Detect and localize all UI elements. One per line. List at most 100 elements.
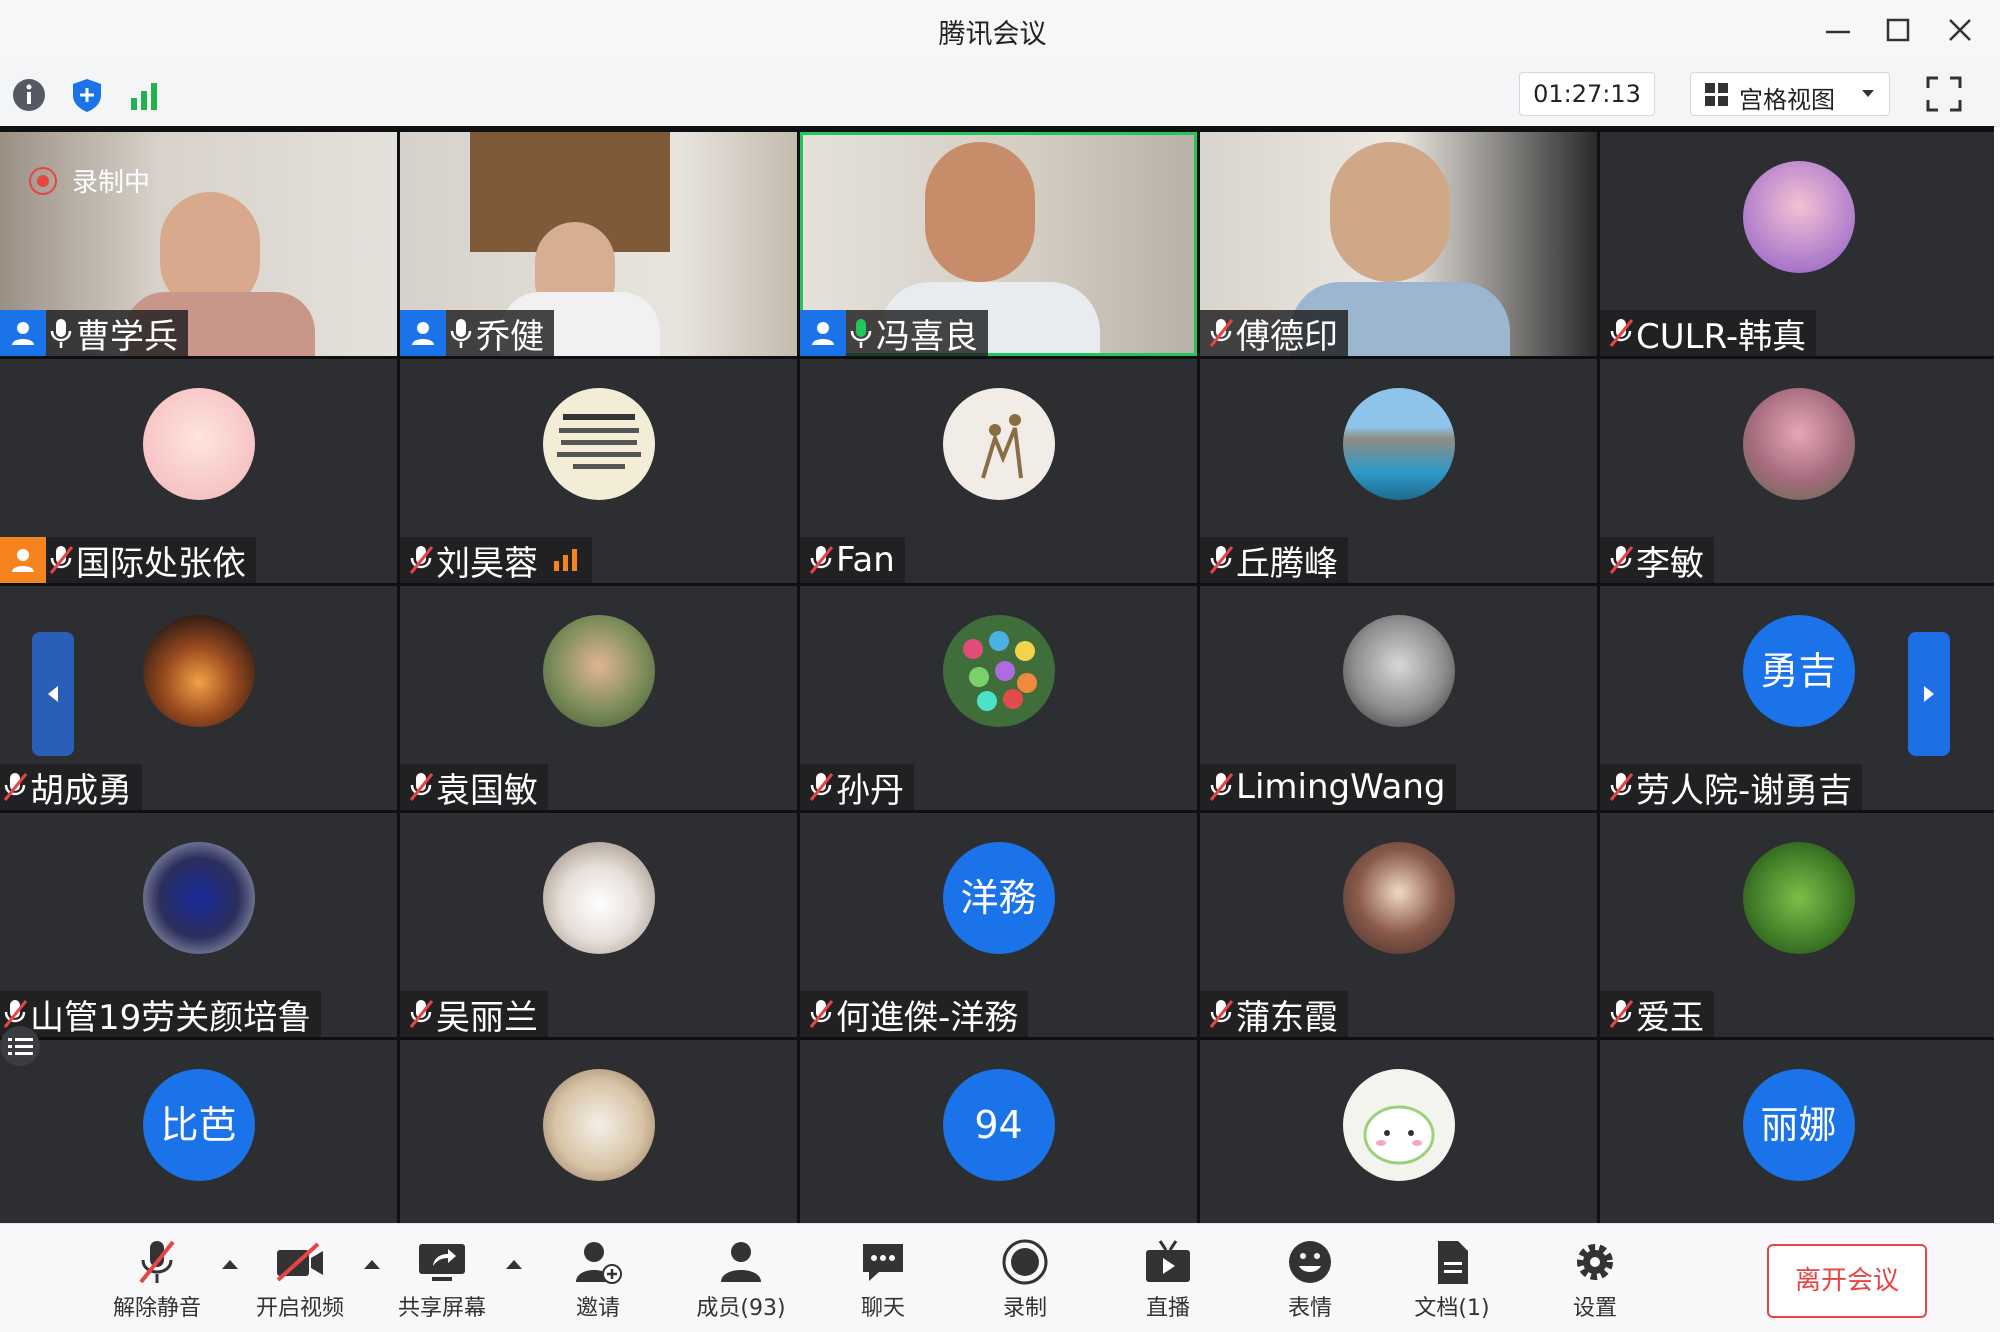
mic-muted-icon xyxy=(1606,313,1636,353)
live-button[interactable]: 直播 xyxy=(1113,1236,1223,1326)
view-mode-dropdown[interactable]: 宫格视图 xyxy=(1690,72,1890,116)
participant-tile[interactable]: 蒲东霞 xyxy=(1200,813,1597,1037)
host-badge-icon xyxy=(0,310,46,356)
mic-muted-icon xyxy=(1206,994,1236,1034)
emoji-button[interactable]: 表情 xyxy=(1255,1236,1365,1326)
participant-name: 劳人院-谢勇吉 xyxy=(1636,770,1853,811)
start-video-button[interactable]: 开启视频 xyxy=(245,1236,355,1326)
live-tv-icon xyxy=(1113,1236,1223,1288)
share-screen-label: 共享屏幕 xyxy=(397,1296,486,1321)
participant-tile[interactable]: 傅德印 xyxy=(1200,132,1597,356)
emoji-icon xyxy=(1255,1236,1365,1288)
participant-tile[interactable]: LimingWang xyxy=(1200,586,1597,810)
invite-button[interactable]: 邀请 xyxy=(543,1236,653,1326)
record-button[interactable]: 录制 xyxy=(970,1236,1080,1326)
chevron-right-icon xyxy=(1924,686,1934,702)
docs-button[interactable]: 文档(1) xyxy=(1397,1236,1507,1326)
minimize-icon[interactable] xyxy=(1820,14,1856,48)
record-icon xyxy=(970,1236,1080,1288)
participant-namebar: 李敏 xyxy=(1600,537,1714,583)
video-options-caret-icon[interactable] xyxy=(362,1256,382,1270)
participant-tile[interactable] xyxy=(1200,1040,1597,1223)
mic-on-icon xyxy=(46,313,76,353)
participant-tile[interactable]: 国际处张依 xyxy=(0,359,397,583)
participant-tile[interactable]: 录制中 曹学兵 xyxy=(0,132,397,356)
chat-button[interactable]: 聊天 xyxy=(828,1236,938,1326)
participant-tile[interactable]: 丘腾峰 xyxy=(1200,359,1597,583)
participant-tile[interactable] xyxy=(400,1040,797,1223)
leave-meeting-button[interactable]: 离开会议 xyxy=(1767,1244,1927,1318)
mic-muted-icon xyxy=(1206,313,1236,353)
close-icon[interactable] xyxy=(1942,14,1978,48)
participant-tile[interactable]: 乔健 xyxy=(400,132,797,356)
next-page-button[interactable] xyxy=(1908,632,1950,756)
mic-muted-icon xyxy=(1606,540,1636,580)
mic-muted-icon xyxy=(406,540,436,580)
participant-tile[interactable]: 孙丹 xyxy=(800,586,1197,810)
participant-namebar: 孙丹 xyxy=(800,764,914,810)
avatar xyxy=(542,388,655,500)
avatar xyxy=(1342,615,1455,727)
avatar xyxy=(542,1069,655,1181)
participant-tile[interactable]: 比芭 xyxy=(0,1040,397,1223)
title-bar: 腾讯会议 xyxy=(0,0,2000,62)
participant-tile[interactable]: CULR-韩真 xyxy=(1600,132,1994,356)
emoji-label: 表情 xyxy=(1287,1296,1332,1321)
weak-signal-icon xyxy=(554,549,577,571)
avatar xyxy=(1742,161,1855,273)
fullscreen-icon[interactable] xyxy=(1924,74,1964,114)
participant-tile[interactable]: 洋務 何進傑-洋務 xyxy=(800,813,1197,1037)
security-shield-icon[interactable] xyxy=(68,76,106,114)
participant-tile[interactable]: 冯喜良 xyxy=(800,132,1197,356)
audio-options-caret-icon[interactable] xyxy=(220,1256,240,1270)
avatar-figure-image xyxy=(980,414,1023,479)
participant-name: 乔健 xyxy=(476,316,544,357)
avatar xyxy=(542,615,655,727)
participant-namebar: 爱玉 xyxy=(1600,991,1714,1037)
mic-muted-icon xyxy=(1206,540,1236,580)
avatar xyxy=(142,842,255,954)
participant-name: LimingWang xyxy=(1236,767,1446,807)
participant-tile[interactable]: 刘昊蓉 xyxy=(400,359,797,583)
info-icon[interactable] xyxy=(10,76,48,114)
participant-tile[interactable]: 袁国敏 xyxy=(400,586,797,810)
participant-name: 刘昊蓉 xyxy=(436,543,538,584)
participant-name: 冯喜良 xyxy=(876,316,978,357)
participant-namebar: 丘腾峰 xyxy=(1200,537,1348,583)
participant-namebar: 刘昊蓉 xyxy=(400,537,592,583)
avatar: 丽娜 xyxy=(1742,1069,1855,1181)
mic-muted-icon xyxy=(1606,994,1636,1034)
participant-tile[interactable]: Fan xyxy=(800,359,1197,583)
share-screen-button[interactable]: 共享屏幕 xyxy=(387,1236,497,1326)
mic-speaking-icon xyxy=(846,313,876,353)
participant-tile[interactable]: 山管19劳关颜培鲁 xyxy=(0,813,397,1037)
unmute-button[interactable]: 解除静音 xyxy=(102,1236,212,1326)
record-label: 录制 xyxy=(1002,1296,1047,1321)
share-screen-icon xyxy=(387,1236,497,1288)
docs-label: 文档(1) xyxy=(1414,1296,1490,1321)
participant-namebar: 傅德印 xyxy=(1200,310,1348,356)
avatar xyxy=(942,615,1055,727)
unmute-label: 解除静音 xyxy=(112,1296,201,1321)
mic-muted-icon xyxy=(1206,767,1236,807)
prev-page-button[interactable] xyxy=(32,632,74,756)
participant-name: 胡成勇 xyxy=(30,770,132,811)
participant-tile[interactable]: 丽娜 xyxy=(1600,1040,1994,1223)
participant-name: 山管19劳关颜培鲁 xyxy=(30,997,312,1038)
participant-tile[interactable]: 爱玉 xyxy=(1600,813,1994,1037)
avatar: 勇吉 xyxy=(1742,615,1855,727)
settings-button[interactable]: 设置 xyxy=(1540,1236,1650,1326)
mic-muted-icon xyxy=(46,540,76,580)
settings-label: 设置 xyxy=(1572,1296,1617,1321)
participant-tile[interactable]: 李敏 xyxy=(1600,359,1994,583)
members-button[interactable]: 成员(93) xyxy=(686,1236,796,1326)
maximize-icon[interactable] xyxy=(1880,14,1916,48)
share-options-caret-icon[interactable] xyxy=(504,1256,524,1270)
host-badge-icon xyxy=(800,310,846,356)
view-mode-label: 宫格视图 xyxy=(1739,86,1835,114)
list-toggle-button[interactable] xyxy=(0,1026,40,1066)
participant-tile[interactable]: 94 xyxy=(800,1040,1197,1223)
participant-namebar: 吴丽兰 xyxy=(400,991,548,1037)
participant-tile[interactable]: 吴丽兰 xyxy=(400,813,797,1037)
network-signal-icon[interactable] xyxy=(126,76,164,114)
